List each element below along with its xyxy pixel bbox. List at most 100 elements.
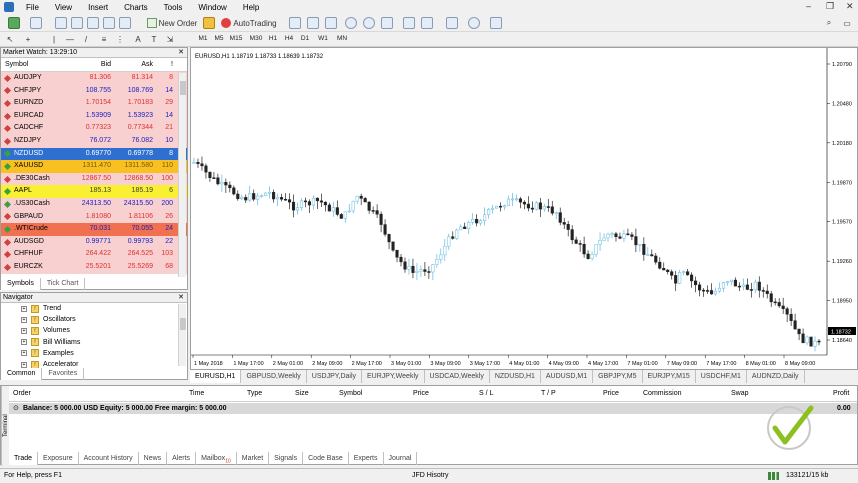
terminal-icon[interactable]: [102, 16, 116, 30]
market-watch-row[interactable]: .US30Cash 24313.50 24315.50 200: [1, 197, 187, 211]
terminal-tab[interactable]: Experts: [349, 452, 384, 465]
autotrading-button[interactable]: AutoTrading: [218, 16, 280, 30]
periods-icon[interactable]: [464, 16, 484, 30]
expand-icon[interactable]: +: [21, 361, 27, 368]
col-price[interactable]: Price: [413, 386, 429, 402]
market-watch-row[interactable]: EURCAD 1.53909 1.53923 14: [1, 109, 187, 123]
tab-symbols[interactable]: Symbols: [1, 278, 41, 290]
tf-m30[interactable]: M30: [248, 33, 264, 45]
chart-tab[interactable]: USDCAD,Weekly: [425, 370, 490, 383]
candlestick-chart[interactable]: EURUSD,H1 1.18719 1.18733 1.18639 1.1873…: [191, 48, 857, 369]
tf-w1[interactable]: W1: [316, 33, 330, 45]
market-watch-row[interactable]: .DE30Cash 12867.50 12868.50 100: [1, 172, 187, 186]
col-profit[interactable]: Profit: [833, 386, 849, 402]
chart-tab[interactable]: USDJPY,Daily: [307, 370, 363, 383]
close-icon[interactable]: ✕: [846, 1, 854, 12]
chart-tab[interactable]: GBPJPY,M5: [593, 370, 643, 383]
navigator-item[interactable]: + f Examples: [1, 348, 187, 359]
col-time[interactable]: Time: [189, 386, 204, 402]
arrows-icon[interactable]: ⇲: [164, 32, 176, 46]
menu-insert[interactable]: Insert: [80, 3, 116, 12]
navigator-item[interactable]: + f Trend: [1, 303, 187, 314]
col-size[interactable]: Size: [295, 386, 309, 402]
tf-m15[interactable]: M15: [228, 33, 244, 45]
menu-view[interactable]: View: [47, 3, 80, 12]
col-ask[interactable]: Ask: [111, 58, 153, 71]
terminal-tab[interactable]: Market: [237, 452, 270, 465]
terminal-tab[interactable]: Signals: [269, 452, 304, 465]
tile-windows-icon[interactable]: [380, 16, 394, 30]
chat-icon[interactable]: ▭: [840, 16, 854, 30]
channel-icon[interactable]: ≡: [98, 32, 110, 46]
new-chart-button[interactable]: [4, 16, 24, 30]
terminal-tab[interactable]: Code Base: [303, 452, 349, 465]
label-icon[interactable]: T: [148, 32, 160, 46]
market-watch-row[interactable]: EURNZD 1.70154 1.70183 29: [1, 97, 187, 110]
tf-h4[interactable]: H4: [282, 33, 296, 45]
tab-common[interactable]: Common: [1, 368, 43, 380]
profiles-button[interactable]: [26, 16, 46, 30]
chart-shift-icon[interactable]: [402, 16, 416, 30]
scrollbar-thumb[interactable]: [180, 81, 186, 95]
terminal-tab[interactable]: Mailbox10: [196, 452, 237, 465]
navigator-item[interactable]: + f Bill Williams: [1, 337, 187, 348]
market-watch-row[interactable]: NZDJPY 76.072 76.082 10: [1, 134, 187, 148]
tf-mn[interactable]: MN: [334, 33, 350, 45]
chart-tab[interactable]: USDCHF,M1: [696, 370, 747, 383]
chart-tab[interactable]: EURJPY,M15: [643, 370, 696, 383]
tab-tick-chart[interactable]: Tick Chart: [41, 278, 86, 290]
terminal-tab[interactable]: Alerts: [167, 452, 197, 465]
chart-tab[interactable]: EURJPY,Weekly: [362, 370, 425, 383]
market-watch-row[interactable]: EURCZK 25.5201 25.5269 68: [1, 260, 187, 274]
expand-icon[interactable]: +: [21, 316, 27, 323]
horizontal-line-icon[interactable]: —: [64, 32, 76, 46]
tab-favorites[interactable]: Favorites: [42, 368, 85, 380]
vertical-line-icon[interactable]: |: [48, 32, 60, 46]
terminal-tab[interactable]: News: [139, 452, 168, 465]
tf-m5[interactable]: M5: [212, 33, 226, 45]
col-order[interactable]: Order: [13, 386, 31, 402]
market-watch-row[interactable]: AAPL 185.13 185.19 6: [1, 185, 187, 198]
terminal-tab[interactable]: Exposure: [38, 452, 79, 465]
col-spread[interactable]: !: [153, 58, 173, 71]
market-watch-row[interactable]: NZDUSD 0.69770 0.69778 8: [1, 147, 187, 161]
market-watch-row[interactable]: XAUUSD 1311.470 1311.580 110: [1, 160, 187, 173]
tf-h1[interactable]: H1: [266, 33, 280, 45]
col-bid[interactable]: Bid: [71, 58, 111, 71]
col-commission[interactable]: Commission: [643, 386, 682, 402]
autoscroll-icon[interactable]: [420, 16, 434, 30]
fibonacci-icon[interactable]: ⋮: [114, 32, 126, 46]
market-watch-scrollbar[interactable]: [178, 73, 186, 277]
expand-icon[interactable]: +: [21, 305, 27, 312]
tf-m1[interactable]: M1: [196, 33, 210, 45]
chart-tab[interactable]: AUDUSD,M1: [541, 370, 594, 383]
col-tp[interactable]: T / P: [541, 386, 556, 402]
market-watch-row[interactable]: GBPAUD 1.81080 1.81106 26: [1, 210, 187, 224]
navigator-item[interactable]: + f Volumes: [1, 325, 187, 336]
col-symbol[interactable]: Symbol: [1, 58, 71, 71]
menu-charts[interactable]: Charts: [116, 3, 156, 12]
tf-d1[interactable]: D1: [298, 33, 312, 45]
minimize-icon[interactable]: –: [806, 1, 811, 11]
zoom-in-icon[interactable]: [344, 16, 358, 30]
menu-help[interactable]: Help: [235, 3, 267, 12]
chart-tab[interactable]: NZDUSD,H1: [490, 370, 541, 383]
crosshair-icon[interactable]: +: [22, 32, 34, 46]
terminal-tab[interactable]: Journal: [384, 452, 418, 465]
col-symbol[interactable]: Symbol: [339, 386, 362, 402]
market-watch-icon[interactable]: [54, 16, 68, 30]
chart-tab[interactable]: GBPUSD,Weekly: [241, 370, 307, 383]
templates-icon[interactable]: [486, 16, 506, 30]
text-icon[interactable]: A: [132, 32, 144, 46]
line-chart-icon[interactable]: [324, 16, 338, 30]
market-watch-row[interactable]: CHFJPY 108.755 108.769 14: [1, 84, 187, 98]
navigator-item[interactable]: + f Oscillators: [1, 314, 187, 325]
metaeditor-icon[interactable]: [202, 16, 216, 30]
menu-tools[interactable]: Tools: [156, 3, 191, 12]
col-type[interactable]: Type: [247, 386, 262, 402]
restore-icon[interactable]: ❐: [826, 1, 834, 12]
market-watch-row[interactable]: .WTICrude 70.031 70.055 24: [1, 223, 187, 236]
new-order-button[interactable]: New Order: [144, 16, 200, 30]
indicators-icon[interactable]: [442, 16, 462, 30]
expand-icon[interactable]: +: [21, 327, 27, 334]
